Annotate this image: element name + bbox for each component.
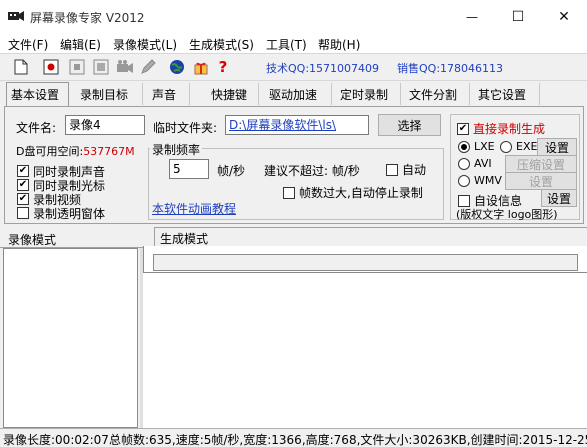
disk-space-value: 537767M — [83, 145, 135, 158]
direct-generate-label: 直接录制生成 — [473, 122, 546, 136]
gift-icon — [194, 62, 208, 75]
radio-exe[interactable] — [500, 140, 512, 153]
tab-timed-record[interactable]: 定时录制 — [336, 83, 401, 105]
option-record-transparent[interactable]: 录制透明窗体 — [17, 206, 106, 221]
tempdir-label: 临时文件夹: — [153, 121, 218, 135]
disk-space-caption: D盘可用空间: — [16, 145, 84, 158]
checkbox-record-transparent[interactable] — [17, 207, 29, 219]
generate-mode-file-list[interactable] — [143, 272, 587, 428]
record-button[interactable] — [42, 58, 60, 76]
format-lxe-option[interactable]: LXE — [458, 140, 495, 153]
tutorial-link[interactable]: 本软件动画教程 — [152, 200, 236, 217]
minimize-button[interactable]: — — [449, 0, 495, 33]
checkbox-custom-info[interactable] — [458, 194, 470, 207]
film-camera-icon — [8, 11, 24, 21]
record-frequency-title: 录制频率 — [150, 141, 203, 158]
tab-basic-settings[interactable]: 基本设置 — [6, 82, 69, 106]
disk-space-label: D盘可用空间:537767M — [16, 143, 135, 159]
pause-icon — [69, 59, 85, 75]
website-button[interactable] — [168, 58, 186, 76]
format-lxe-label: LXE — [474, 140, 495, 153]
tempdir-input[interactable]: D:\屏幕录像软件\ls\ — [225, 115, 369, 135]
tech-qq-text: 技术QQ:1571007409 — [266, 62, 380, 75]
exe-settings-button[interactable]: 设置 — [537, 138, 577, 156]
checkbox-record-cursor[interactable]: ✔ — [17, 179, 29, 191]
record-mode-list[interactable] — [3, 248, 138, 428]
custom-info-settings-button[interactable]: 设置 — [541, 189, 577, 207]
auto-stop-option[interactable]: 帧数过大,自动停止录制 — [283, 184, 423, 201]
record-options: ✔ 同时录制声音 ✔ 同时录制光标 ✔ 录制视频 录制透明窗体 — [17, 164, 106, 221]
generate-mode-filter-bar[interactable] — [153, 254, 578, 271]
tab-hotkeys[interactable]: 快捷键 — [207, 83, 259, 105]
auto-fps-label: 自动 — [402, 163, 427, 177]
pause-button[interactable] — [68, 58, 86, 76]
wmv-settings-button[interactable]: 设置 — [505, 172, 577, 190]
fps-input[interactable]: 5 — [169, 159, 209, 179]
pen-icon — [141, 59, 156, 74]
tab-sound[interactable]: 声音 — [148, 83, 190, 105]
checkbox-record-sound[interactable]: ✔ — [17, 165, 29, 177]
menu-record-mode[interactable]: 录像模式(L) — [113, 36, 177, 53]
format-avi-label: AVI — [474, 157, 492, 170]
tab-record-target[interactable]: 录制目标 — [76, 83, 143, 105]
status-bar: 录像长度:00:02:07总帧数:635,速度:5帧/秒,宽度:1366,高度:… — [0, 428, 587, 447]
maximize-icon: ☐ — [511, 8, 525, 25]
close-button[interactable]: ✕ — [541, 0, 587, 33]
camera-icon — [117, 60, 133, 73]
radio-lxe[interactable] — [458, 140, 470, 153]
radio-wmv[interactable] — [458, 174, 470, 187]
settings-tabs: 基本设置 录制目标 声音 快捷键 驱动加速 定时录制 文件分割 其它设置 — [4, 82, 584, 107]
toolbar: ? 技术QQ:1571007409 销售QQ:178046113 — [0, 53, 587, 81]
checkbox-direct-generate[interactable]: ✔ — [457, 122, 469, 135]
tab-driver-accel[interactable]: 驱动加速 — [265, 83, 332, 105]
direct-generate-option[interactable]: ✔ 直接录制生成 — [457, 120, 545, 137]
gift-button[interactable] — [192, 58, 210, 76]
camera-button[interactable] — [116, 58, 134, 76]
stop-button[interactable] — [92, 58, 110, 76]
globe-icon — [170, 60, 184, 74]
radio-avi[interactable] — [458, 157, 470, 170]
menu-file[interactable]: 文件(F) — [8, 36, 48, 53]
custom-info-note: (版权文字 logo图形) — [456, 208, 558, 221]
record-icon — [43, 59, 59, 75]
sales-qq-text: 销售QQ:178046113 — [397, 62, 504, 75]
filename-input[interactable]: 录像4 — [65, 115, 145, 135]
generate-mode-header: 生成模式 — [154, 227, 587, 247]
maximize-button[interactable]: ☐ — [495, 0, 541, 33]
menu-edit[interactable]: 编辑(E) — [60, 36, 101, 53]
format-avi-option[interactable]: AVI — [458, 157, 492, 170]
tab-other-settings[interactable]: 其它设置 — [474, 83, 540, 105]
choose-folder-button[interactable]: 选择 — [378, 114, 441, 136]
menu-tools[interactable]: 工具(T) — [266, 36, 307, 53]
new-icon — [14, 59, 28, 75]
window-title: 屏幕录像专家 V2012 — [30, 11, 145, 25]
suggest-text: 建议不超过: 帧/秒 — [264, 164, 360, 178]
format-wmv-option[interactable]: WMV — [458, 174, 502, 187]
checkbox-auto-stop[interactable] — [283, 186, 295, 199]
compress-settings-button[interactable]: 压缩设置 — [505, 155, 577, 173]
menu-bar: 文件(F) 编辑(E) 录像模式(L) 生成模式(S) 工具(T) 帮助(H) — [0, 33, 587, 53]
help-icon: ? — [218, 58, 228, 76]
fps-unit: 帧/秒 — [217, 164, 246, 178]
record-mode-header: 录像模式 — [0, 228, 150, 248]
menu-generate-mode[interactable]: 生成模式(S) — [189, 36, 254, 53]
format-wmv-label: WMV — [474, 174, 502, 187]
format-exe-option[interactable]: EXE — [500, 140, 537, 153]
filename-label: 文件名: — [16, 121, 57, 135]
stop-icon — [93, 59, 109, 75]
minimize-icon: — — [466, 9, 478, 24]
auto-fps-option[interactable]: 自动 — [386, 161, 426, 178]
tab-file-split[interactable]: 文件分割 — [405, 83, 470, 105]
format-exe-label: EXE — [516, 140, 538, 153]
checkbox-record-video[interactable]: ✔ — [17, 193, 29, 205]
checkbox-auto-fps[interactable] — [386, 163, 398, 176]
menu-help[interactable]: 帮助(H) — [318, 36, 360, 53]
close-icon: ✕ — [558, 8, 570, 25]
pen-button[interactable] — [139, 58, 157, 76]
new-button[interactable] — [12, 58, 30, 76]
title-bar: 屏幕录像专家 V2012 — ☐ ✕ — [0, 0, 587, 33]
help-button[interactable]: ? — [214, 58, 232, 76]
auto-stop-label: 帧数过大,自动停止录制 — [299, 186, 423, 200]
option-record-transparent-label: 录制透明窗体 — [33, 206, 106, 221]
